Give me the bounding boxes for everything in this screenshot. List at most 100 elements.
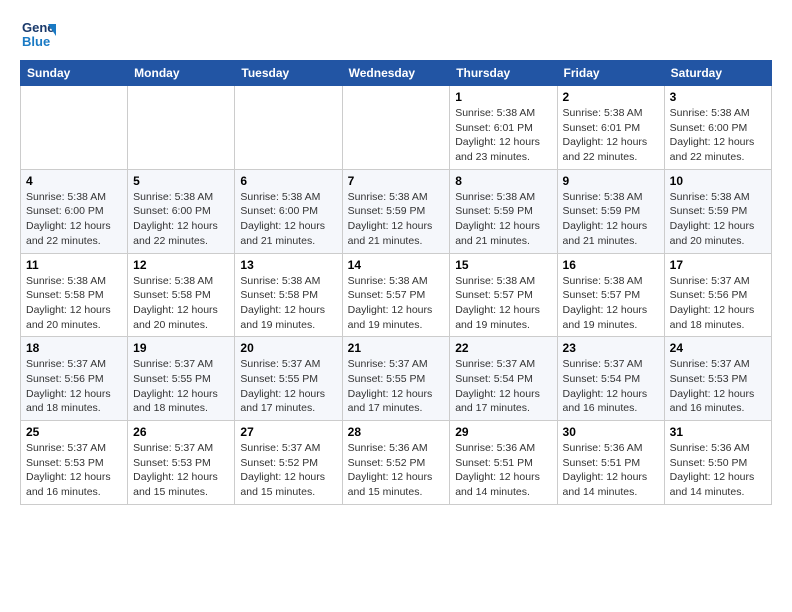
calendar-week-row: 4Sunrise: 5:38 AM Sunset: 6:00 PM Daylig… [21, 169, 772, 253]
day-number: 13 [240, 258, 336, 272]
day-info: Sunrise: 5:36 AM Sunset: 5:51 PM Dayligh… [455, 441, 551, 500]
calendar-cell: 3Sunrise: 5:38 AM Sunset: 6:00 PM Daylig… [664, 86, 771, 170]
day-number: 5 [133, 174, 229, 188]
calendar-cell: 23 Sunrise: 5:37 AM Sunset: 5:54 PM Dayli… [557, 337, 664, 421]
day-info: Sunrise: 5:37 AM Sunset: 5:56 PM Dayligh… [670, 274, 766, 333]
day-info: Sunrise: 5:37 AM Sunset: 5:54 PM Dayligh… [563, 357, 659, 416]
svg-text:Blue: Blue [22, 34, 50, 49]
day-number: 14 [348, 258, 445, 272]
calendar-cell: 8Sunrise: 5:38 AM Sunset: 5:59 PM Daylig… [450, 169, 557, 253]
day-number: 16 [563, 258, 659, 272]
calendar-week-row: 1 Sunrise: 5:38 AM Sunset: 6:01 PM Daylig… [21, 86, 772, 170]
day-info: Sunrise: 5:37 AM Sunset: 5:53 PM Dayligh… [133, 441, 229, 500]
weekday-header-saturday: Saturday [664, 61, 771, 86]
calendar-cell: 26 Sunrise: 5:37 AM Sunset: 5:53 PM Dayli… [128, 421, 235, 505]
calendar-cell: 20 Sunrise: 5:37 AM Sunset: 5:55 PM Dayli… [235, 337, 342, 421]
calendar-week-row: 18 Sunrise: 5:37 AM Sunset: 5:56 PM Dayli… [21, 337, 772, 421]
calendar-cell: 25 Sunrise: 5:37 AM Sunset: 5:53 PM Dayli… [21, 421, 128, 505]
day-info: Sunrise: 5:38 AM Sunset: 5:59 PM Dayligh… [348, 190, 445, 249]
calendar-cell: 7 Sunrise: 5:38 AM Sunset: 5:59 PM Daylig… [342, 169, 450, 253]
day-number: 11 [26, 258, 122, 272]
day-info: Sunrise: 5:36 AM Sunset: 5:50 PM Dayligh… [670, 441, 766, 500]
calendar-cell: 11 Sunrise: 5:38 AM Sunset: 5:58 PM Dayli… [21, 253, 128, 337]
calendar-table: SundayMondayTuesdayWednesdayThursdayFrid… [20, 60, 772, 505]
weekday-header-monday: Monday [128, 61, 235, 86]
logo-icon: General Blue [20, 16, 56, 52]
day-number: 2 [563, 90, 659, 104]
day-info: Sunrise: 5:37 AM Sunset: 5:53 PM Dayligh… [670, 357, 766, 416]
day-number: 10 [670, 174, 766, 188]
day-number: 3 [670, 90, 766, 104]
calendar-week-row: 25 Sunrise: 5:37 AM Sunset: 5:53 PM Dayli… [21, 421, 772, 505]
day-info: Sunrise: 5:38 AM Sunset: 5:59 PM Dayligh… [455, 190, 551, 249]
calendar-cell: 18 Sunrise: 5:37 AM Sunset: 5:56 PM Dayli… [21, 337, 128, 421]
calendar-cell: 21Sunrise: 5:37 AM Sunset: 5:55 PM Dayli… [342, 337, 450, 421]
calendar-cell: 27 Sunrise: 5:37 AM Sunset: 5:52 PM Dayli… [235, 421, 342, 505]
day-number: 26 [133, 425, 229, 439]
calendar-cell: 29 Sunrise: 5:36 AM Sunset: 5:51 PM Dayli… [450, 421, 557, 505]
day-number: 21 [348, 341, 445, 355]
calendar-cell: 31 Sunrise: 5:36 AM Sunset: 5:50 PM Dayli… [664, 421, 771, 505]
day-number: 12 [133, 258, 229, 272]
day-number: 22 [455, 341, 551, 355]
day-info: Sunrise: 5:38 AM Sunset: 6:01 PM Dayligh… [563, 106, 659, 165]
day-info: Sunrise: 5:36 AM Sunset: 5:51 PM Dayligh… [563, 441, 659, 500]
day-number: 15 [455, 258, 551, 272]
weekday-header-friday: Friday [557, 61, 664, 86]
day-number: 19 [133, 341, 229, 355]
day-number: 23 [563, 341, 659, 355]
day-info: Sunrise: 5:37 AM Sunset: 5:55 PM Dayligh… [133, 357, 229, 416]
day-info: Sunrise: 5:38 AM Sunset: 6:00 PM Dayligh… [26, 190, 122, 249]
calendar-cell: 12 Sunrise: 5:38 AM Sunset: 5:58 PM Dayli… [128, 253, 235, 337]
calendar-cell: 28 Sunrise: 5:36 AM Sunset: 5:52 PM Dayli… [342, 421, 450, 505]
calendar-cell: 24 Sunrise: 5:37 AM Sunset: 5:53 PM Dayli… [664, 337, 771, 421]
day-info: Sunrise: 5:38 AM Sunset: 5:58 PM Dayligh… [133, 274, 229, 333]
calendar-cell [128, 86, 235, 170]
day-info: Sunrise: 5:38 AM Sunset: 5:59 PM Dayligh… [670, 190, 766, 249]
calendar-week-row: 11 Sunrise: 5:38 AM Sunset: 5:58 PM Dayli… [21, 253, 772, 337]
calendar-header-row: SundayMondayTuesdayWednesdayThursdayFrid… [21, 61, 772, 86]
day-number: 28 [348, 425, 445, 439]
weekday-header-sunday: Sunday [21, 61, 128, 86]
day-info: Sunrise: 5:38 AM Sunset: 6:00 PM Dayligh… [240, 190, 336, 249]
day-number: 1 [455, 90, 551, 104]
day-number: 7 [348, 174, 445, 188]
day-info: Sunrise: 5:36 AM Sunset: 5:52 PM Dayligh… [348, 441, 445, 500]
calendar-cell: 19 Sunrise: 5:37 AM Sunset: 5:55 PM Dayli… [128, 337, 235, 421]
day-info: Sunrise: 5:38 AM Sunset: 5:58 PM Dayligh… [26, 274, 122, 333]
day-number: 29 [455, 425, 551, 439]
day-info: Sunrise: 5:38 AM Sunset: 5:59 PM Dayligh… [563, 190, 659, 249]
day-info: Sunrise: 5:38 AM Sunset: 5:57 PM Dayligh… [563, 274, 659, 333]
calendar-cell: 9 Sunrise: 5:38 AM Sunset: 5:59 PM Daylig… [557, 169, 664, 253]
day-info: Sunrise: 5:37 AM Sunset: 5:54 PM Dayligh… [455, 357, 551, 416]
day-number: 20 [240, 341, 336, 355]
calendar-cell [21, 86, 128, 170]
calendar-cell: 10 Sunrise: 5:38 AM Sunset: 5:59 PM Dayli… [664, 169, 771, 253]
calendar-cell: 17Sunrise: 5:37 AM Sunset: 5:56 PM Dayli… [664, 253, 771, 337]
calendar-cell: 2 Sunrise: 5:38 AM Sunset: 6:01 PM Daylig… [557, 86, 664, 170]
calendar-cell [342, 86, 450, 170]
calendar-cell: 6Sunrise: 5:38 AM Sunset: 6:00 PM Daylig… [235, 169, 342, 253]
weekday-header-tuesday: Tuesday [235, 61, 342, 86]
day-number: 18 [26, 341, 122, 355]
calendar-cell: 14Sunrise: 5:38 AM Sunset: 5:57 PM Dayli… [342, 253, 450, 337]
calendar-cell [235, 86, 342, 170]
day-info: Sunrise: 5:37 AM Sunset: 5:55 PM Dayligh… [240, 357, 336, 416]
calendar-cell: 16 Sunrise: 5:38 AM Sunset: 5:57 PM Dayli… [557, 253, 664, 337]
day-number: 25 [26, 425, 122, 439]
day-number: 9 [563, 174, 659, 188]
day-number: 24 [670, 341, 766, 355]
day-number: 27 [240, 425, 336, 439]
day-number: 30 [563, 425, 659, 439]
day-info: Sunrise: 5:37 AM Sunset: 5:52 PM Dayligh… [240, 441, 336, 500]
weekday-header-wednesday: Wednesday [342, 61, 450, 86]
day-info: Sunrise: 5:38 AM Sunset: 6:01 PM Dayligh… [455, 106, 551, 165]
day-info: Sunrise: 5:38 AM Sunset: 6:00 PM Dayligh… [133, 190, 229, 249]
day-info: Sunrise: 5:37 AM Sunset: 5:56 PM Dayligh… [26, 357, 122, 416]
calendar-cell: 1 Sunrise: 5:38 AM Sunset: 6:01 PM Daylig… [450, 86, 557, 170]
day-number: 31 [670, 425, 766, 439]
calendar-cell: 5 Sunrise: 5:38 AM Sunset: 6:00 PM Daylig… [128, 169, 235, 253]
day-info: Sunrise: 5:37 AM Sunset: 5:53 PM Dayligh… [26, 441, 122, 500]
calendar-cell: 15Sunrise: 5:38 AM Sunset: 5:57 PM Dayli… [450, 253, 557, 337]
calendar-cell: 22 Sunrise: 5:37 AM Sunset: 5:54 PM Dayli… [450, 337, 557, 421]
